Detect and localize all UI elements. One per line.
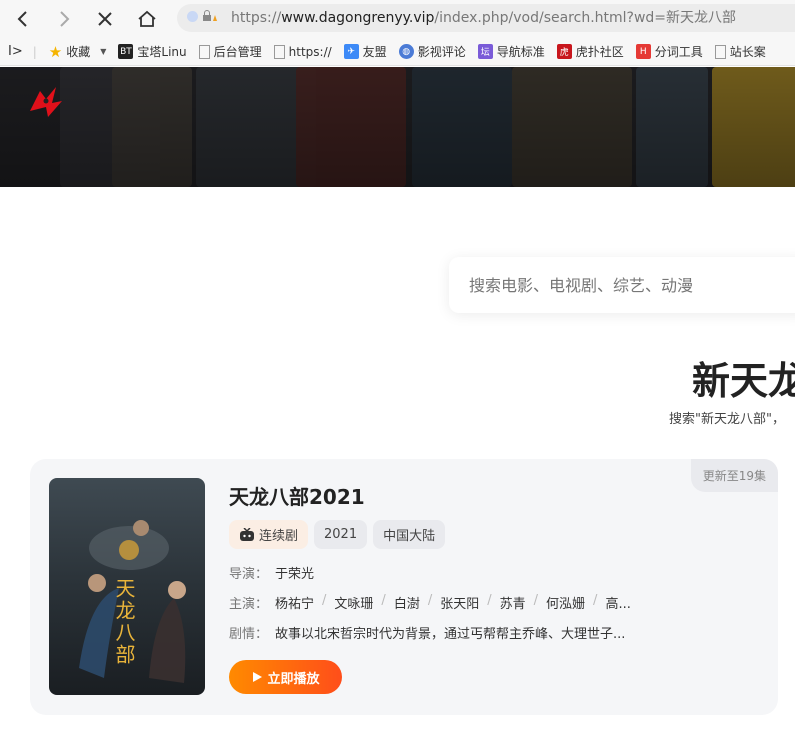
poster-image[interactable]: 天龙八部 xyxy=(49,478,205,695)
forward-button[interactable] xyxy=(49,4,79,34)
director-row: 导演： 于荣光 xyxy=(229,563,749,582)
bt-icon: BT xyxy=(118,44,134,59)
play-icon xyxy=(253,672,263,682)
security-icon xyxy=(187,10,198,22)
bookmark-item[interactable]: ✈ 友盟 xyxy=(343,43,387,60)
address-bar[interactable]: https://www.dagongrenyy.vip/index.php/vo… xyxy=(177,4,795,32)
umeng-icon: ✈ xyxy=(343,44,359,59)
cast-member[interactable]: 张天阳 xyxy=(440,593,479,612)
forum-icon: 坛 xyxy=(477,44,493,59)
star-icon: ★ xyxy=(48,42,63,61)
cast-member[interactable]: 苏青 xyxy=(500,593,526,612)
search-box xyxy=(449,257,795,313)
cast-member[interactable]: 杨祐宁 xyxy=(275,593,314,612)
search-summary: 搜索"新天龙八部"， xyxy=(669,412,785,427)
hero-banner xyxy=(0,67,795,187)
result-info: 天龙八部2021 连续剧 2021 中国大陆 导演： 于荣光 主演： 杨祐宁 / … xyxy=(229,481,749,653)
tag-list: 连续剧 2021 中国大陆 xyxy=(229,520,749,549)
type-tag[interactable]: 连续剧 xyxy=(229,520,309,549)
plot-row: 剧情： 故事以北宋哲宗时代为背景，通过丐帮帮主乔峰、大理世子... xyxy=(229,623,749,642)
director-name[interactable]: 于荣光 xyxy=(275,563,314,582)
play-button[interactable]: 立即播放 xyxy=(229,660,342,694)
bookmark-item[interactable]: 坛导航标准 xyxy=(477,43,545,60)
region-tag[interactable]: 中国大陆 xyxy=(373,520,446,549)
hupu-icon: 虎 xyxy=(556,44,572,59)
bookmark-favorites[interactable]: ★ 收藏 ▼ xyxy=(49,43,107,61)
result-card[interactable]: 更新至19集 天龙八部 天龙八部2021 连续剧 2021 中国大陆 导演： 于… xyxy=(30,459,778,715)
plot-text: 故事以北宋哲宗时代为背景，通过丐帮帮主乔峰、大理世子... xyxy=(275,627,626,642)
sidebar-toggle-icon[interactable]: I> xyxy=(8,44,23,59)
home-icon xyxy=(138,10,156,27)
poster-title: 天龙八部 xyxy=(112,578,136,666)
bookmark-item[interactable]: ◍ 影视评论 xyxy=(398,43,466,60)
site-logo-icon[interactable] xyxy=(26,85,66,119)
bookmark-item[interactable]: 虎虎扑社区 xyxy=(556,43,624,60)
cast-member[interactable]: 文咏珊 xyxy=(334,593,373,612)
search-input[interactable] xyxy=(449,257,795,313)
page-title: 新天龙 xyxy=(692,359,795,403)
cast-label: 主演： xyxy=(229,597,269,612)
tv-icon xyxy=(240,527,254,541)
back-button[interactable] xyxy=(8,4,38,34)
bookmark-item[interactable]: H 分词工具 xyxy=(635,43,703,60)
close-icon xyxy=(98,12,112,26)
forward-arrow-icon xyxy=(60,11,70,27)
globe-icon: ◍ xyxy=(398,44,414,59)
director-label: 导演： xyxy=(229,567,269,582)
warning-lock-icon xyxy=(203,10,217,21)
tool-icon: H xyxy=(635,44,651,59)
bookmark-item[interactable]: 后台管理 xyxy=(198,43,262,60)
bookmark-item[interactable]: 站长案 xyxy=(714,43,766,60)
result-title[interactable]: 天龙八部2021 xyxy=(229,481,749,510)
page-icon xyxy=(198,44,210,59)
cast-member[interactable]: 高... xyxy=(605,593,630,612)
cast-member[interactable]: 何泓姗 xyxy=(546,593,585,612)
stop-button[interactable] xyxy=(90,4,120,34)
year-tag[interactable]: 2021 xyxy=(314,520,368,549)
page-icon xyxy=(714,44,726,59)
bookmark-item[interactable]: BT 宝塔Linu xyxy=(118,43,187,60)
plot-label: 剧情： xyxy=(229,627,269,642)
home-button[interactable] xyxy=(132,4,162,34)
back-arrow-icon xyxy=(17,11,27,27)
browser-toolbar: https://www.dagongrenyy.vip/index.php/vo… xyxy=(0,0,795,38)
cast-row: 主演： 杨祐宁 / 文咏珊 / 白澍 / 张天阳 / 苏青 / 何泓姗 / 高... xyxy=(229,593,631,612)
bookmark-item[interactable]: https:// xyxy=(273,44,332,59)
cast-member[interactable]: 白澍 xyxy=(394,593,420,612)
url-text: https://www.dagongrenyy.vip/index.php/vo… xyxy=(231,10,737,26)
bookmarks-bar: I> | ★ 收藏 ▼ BT 宝塔Linu 后台管理 https:// ✈ 友盟 ◍ 影… xyxy=(0,38,795,66)
page-icon xyxy=(273,44,285,59)
